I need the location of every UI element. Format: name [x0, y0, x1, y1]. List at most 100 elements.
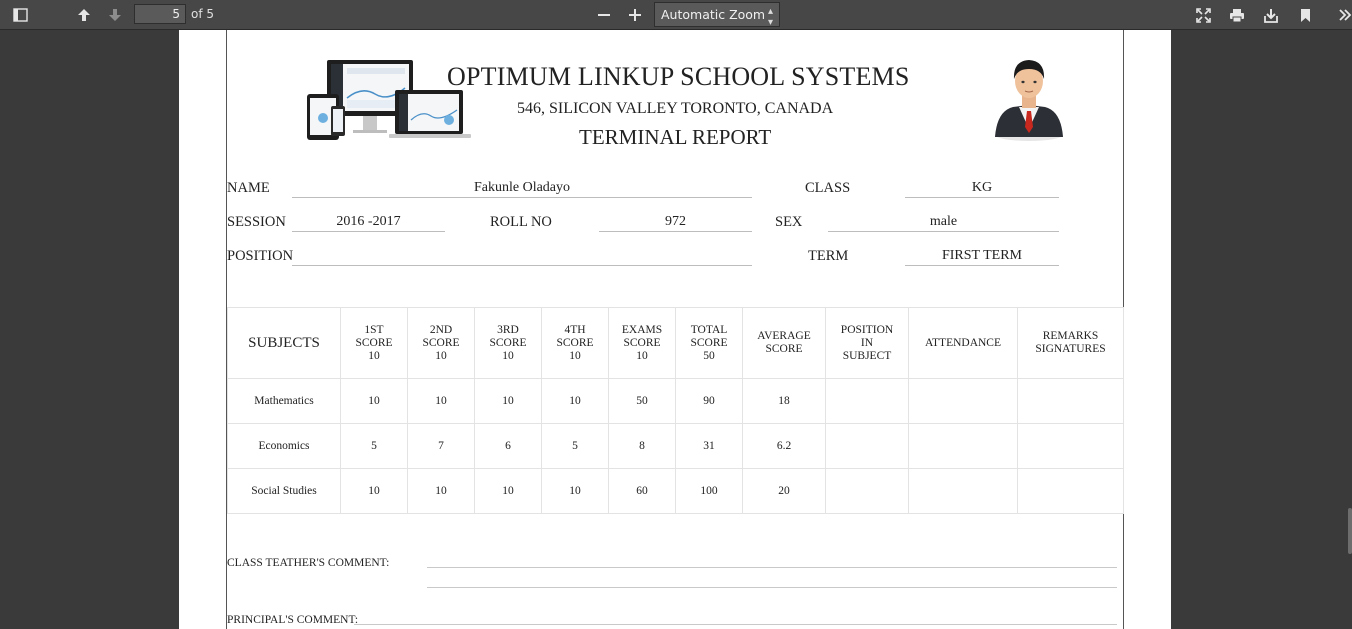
- column-header: 4TH SCORE 10: [541, 307, 609, 379]
- column-header-line: TOTAL: [690, 323, 728, 336]
- zoom-in-icon[interactable]: [623, 3, 647, 27]
- roll-no-label: ROLL NO: [490, 214, 552, 230]
- column-header-line: SUBJECT: [842, 349, 892, 362]
- score-cell: 60: [608, 468, 676, 514]
- column-header: 1ST SCORE 10: [340, 307, 408, 379]
- sex-label: SEX: [775, 214, 803, 230]
- document-page: OPTIMUM LINKUP SCHOOL SYSTEMS 546, SILIC…: [179, 30, 1171, 629]
- next-page-icon[interactable]: [103, 3, 127, 27]
- column-header-line: SCORE: [355, 336, 393, 349]
- tools-icon[interactable]: [1333, 3, 1352, 27]
- principal-comment-line: [354, 624, 1117, 625]
- column-header-line: SCORE: [765, 343, 803, 355]
- score-cell: 100: [675, 468, 743, 514]
- column-header-subjects: SUBJECTS: [227, 307, 341, 379]
- score-cell: [825, 423, 909, 469]
- zoom-select-label: Automatic Zoom: [661, 7, 766, 22]
- score-cell: [1017, 423, 1124, 469]
- column-header-line: REMARKS: [1042, 330, 1099, 342]
- score-cell: [908, 423, 1018, 469]
- column-header-line: SCORE: [556, 336, 594, 349]
- column-header-line: SCORE: [623, 336, 661, 349]
- column-header-line: ATTENDANCE: [924, 336, 1002, 349]
- report-title: TERMINAL REPORT: [579, 125, 772, 149]
- subject-cell: Mathematics: [227, 378, 341, 424]
- score-cell: 5: [340, 423, 408, 469]
- column-header-line: 3RD: [497, 323, 519, 336]
- school-name: OPTIMUM LINKUP SCHOOL SYSTEMS: [447, 62, 910, 91]
- column-header-line: 10: [368, 349, 380, 362]
- name-value: Fakunle Oladayo: [292, 178, 752, 198]
- column-header-line: IN: [860, 336, 874, 349]
- score-cell: 90: [675, 378, 743, 424]
- column-header: 2ND SCORE 10: [407, 307, 475, 379]
- score-cell: 31: [675, 423, 743, 469]
- column-header-line: 1ST: [364, 323, 384, 336]
- score-cell: 7: [407, 423, 475, 469]
- class-teacher-comment-label: CLASS TEATHER'S COMMENT:: [227, 557, 390, 569]
- principal-comment-label: PRINCIPAL'S COMMENT:: [227, 614, 359, 626]
- score-cell: 10: [541, 468, 609, 514]
- column-header: 3RD SCORE 10: [474, 307, 542, 379]
- class-teacher-comment-line-2: [427, 587, 1117, 588]
- position-label: POSITION: [227, 248, 294, 264]
- score-cell: 10: [340, 378, 408, 424]
- column-header-line: AVERAGE: [757, 330, 811, 342]
- score-cell: 10: [541, 378, 609, 424]
- column-header-line: POSITION: [840, 323, 894, 336]
- term-label: TERM: [808, 248, 849, 264]
- session-label: SESSION: [227, 214, 286, 230]
- pdf-toolbar: of 5 Automatic Zoom ▴▾: [0, 0, 1352, 30]
- column-header-line: 10: [502, 349, 514, 362]
- score-cell: 10: [407, 468, 475, 514]
- column-header: AVERAGE SCORE: [742, 307, 826, 379]
- score-cell: 6: [474, 423, 542, 469]
- scores-table: SUBJECTS 1ST SCORE 10 2ND SCORE 10 3RD SCORE 10 4T…: [227, 307, 1124, 514]
- bookmark-icon[interactable]: [1293, 3, 1317, 27]
- student-avatar: [991, 55, 1067, 141]
- column-header: POSITION IN SUBJECT: [825, 307, 909, 379]
- score-cell: [825, 378, 909, 424]
- score-cell: 20: [742, 468, 826, 514]
- download-icon[interactable]: [1259, 3, 1283, 27]
- select-caret-icon: ▴ ▾: [767, 6, 773, 28]
- score-cell: 5: [541, 423, 609, 469]
- scrollbar-thumb[interactable]: [1348, 508, 1352, 554]
- sidebar-toggle-icon[interactable]: [8, 3, 32, 27]
- score-cell: 10: [474, 378, 542, 424]
- term-value: FIRST TERM: [905, 246, 1059, 266]
- column-header-line: 10: [636, 349, 648, 362]
- school-address: 546, SILICON VALLEY TORONTO, CANADA: [517, 100, 834, 117]
- presentation-mode-icon[interactable]: [1191, 3, 1215, 27]
- column-header-line: 50: [703, 349, 715, 362]
- subject-cell: Economics: [227, 423, 341, 469]
- column-header: REMARKS SIGNATURES: [1017, 307, 1124, 379]
- score-cell: 8: [608, 423, 676, 469]
- previous-page-icon[interactable]: [72, 3, 96, 27]
- session-value: 2016 -2017: [292, 212, 445, 232]
- page-number-input[interactable]: [134, 4, 186, 24]
- score-cell: 10: [474, 468, 542, 514]
- score-cell: 10: [407, 378, 475, 424]
- column-header: TOTAL SCORE 50: [675, 307, 743, 379]
- zoom-select[interactable]: Automatic Zoom ▴ ▾: [654, 2, 780, 28]
- column-header-line: 2ND: [429, 323, 453, 336]
- zoom-out-icon[interactable]: [592, 3, 616, 27]
- subject-cell: Social Studies: [227, 468, 341, 514]
- column-header-line: 10: [569, 349, 581, 362]
- position-value: [292, 246, 752, 266]
- column-header: ATTENDANCE: [908, 307, 1018, 379]
- table-header-row: SUBJECTS 1ST SCORE 10 2ND SCORE 10 3RD SCORE 10 4T…: [227, 307, 1124, 379]
- score-cell: 10: [340, 468, 408, 514]
- roll-no-value: 972: [599, 212, 752, 232]
- table-row: Social Studies 10 10 10 10 60 100 20: [227, 468, 1124, 514]
- column-header-line: SUBJECTS: [248, 334, 320, 351]
- name-label: NAME: [227, 180, 270, 196]
- sex-value: male: [828, 212, 1059, 232]
- score-cell: [908, 378, 1018, 424]
- print-icon[interactable]: [1225, 3, 1249, 27]
- score-cell: 18: [742, 378, 826, 424]
- score-cell: 50: [608, 378, 676, 424]
- score-cell: [1017, 468, 1124, 514]
- column-header: EXAMS SCORE 10: [608, 307, 676, 379]
